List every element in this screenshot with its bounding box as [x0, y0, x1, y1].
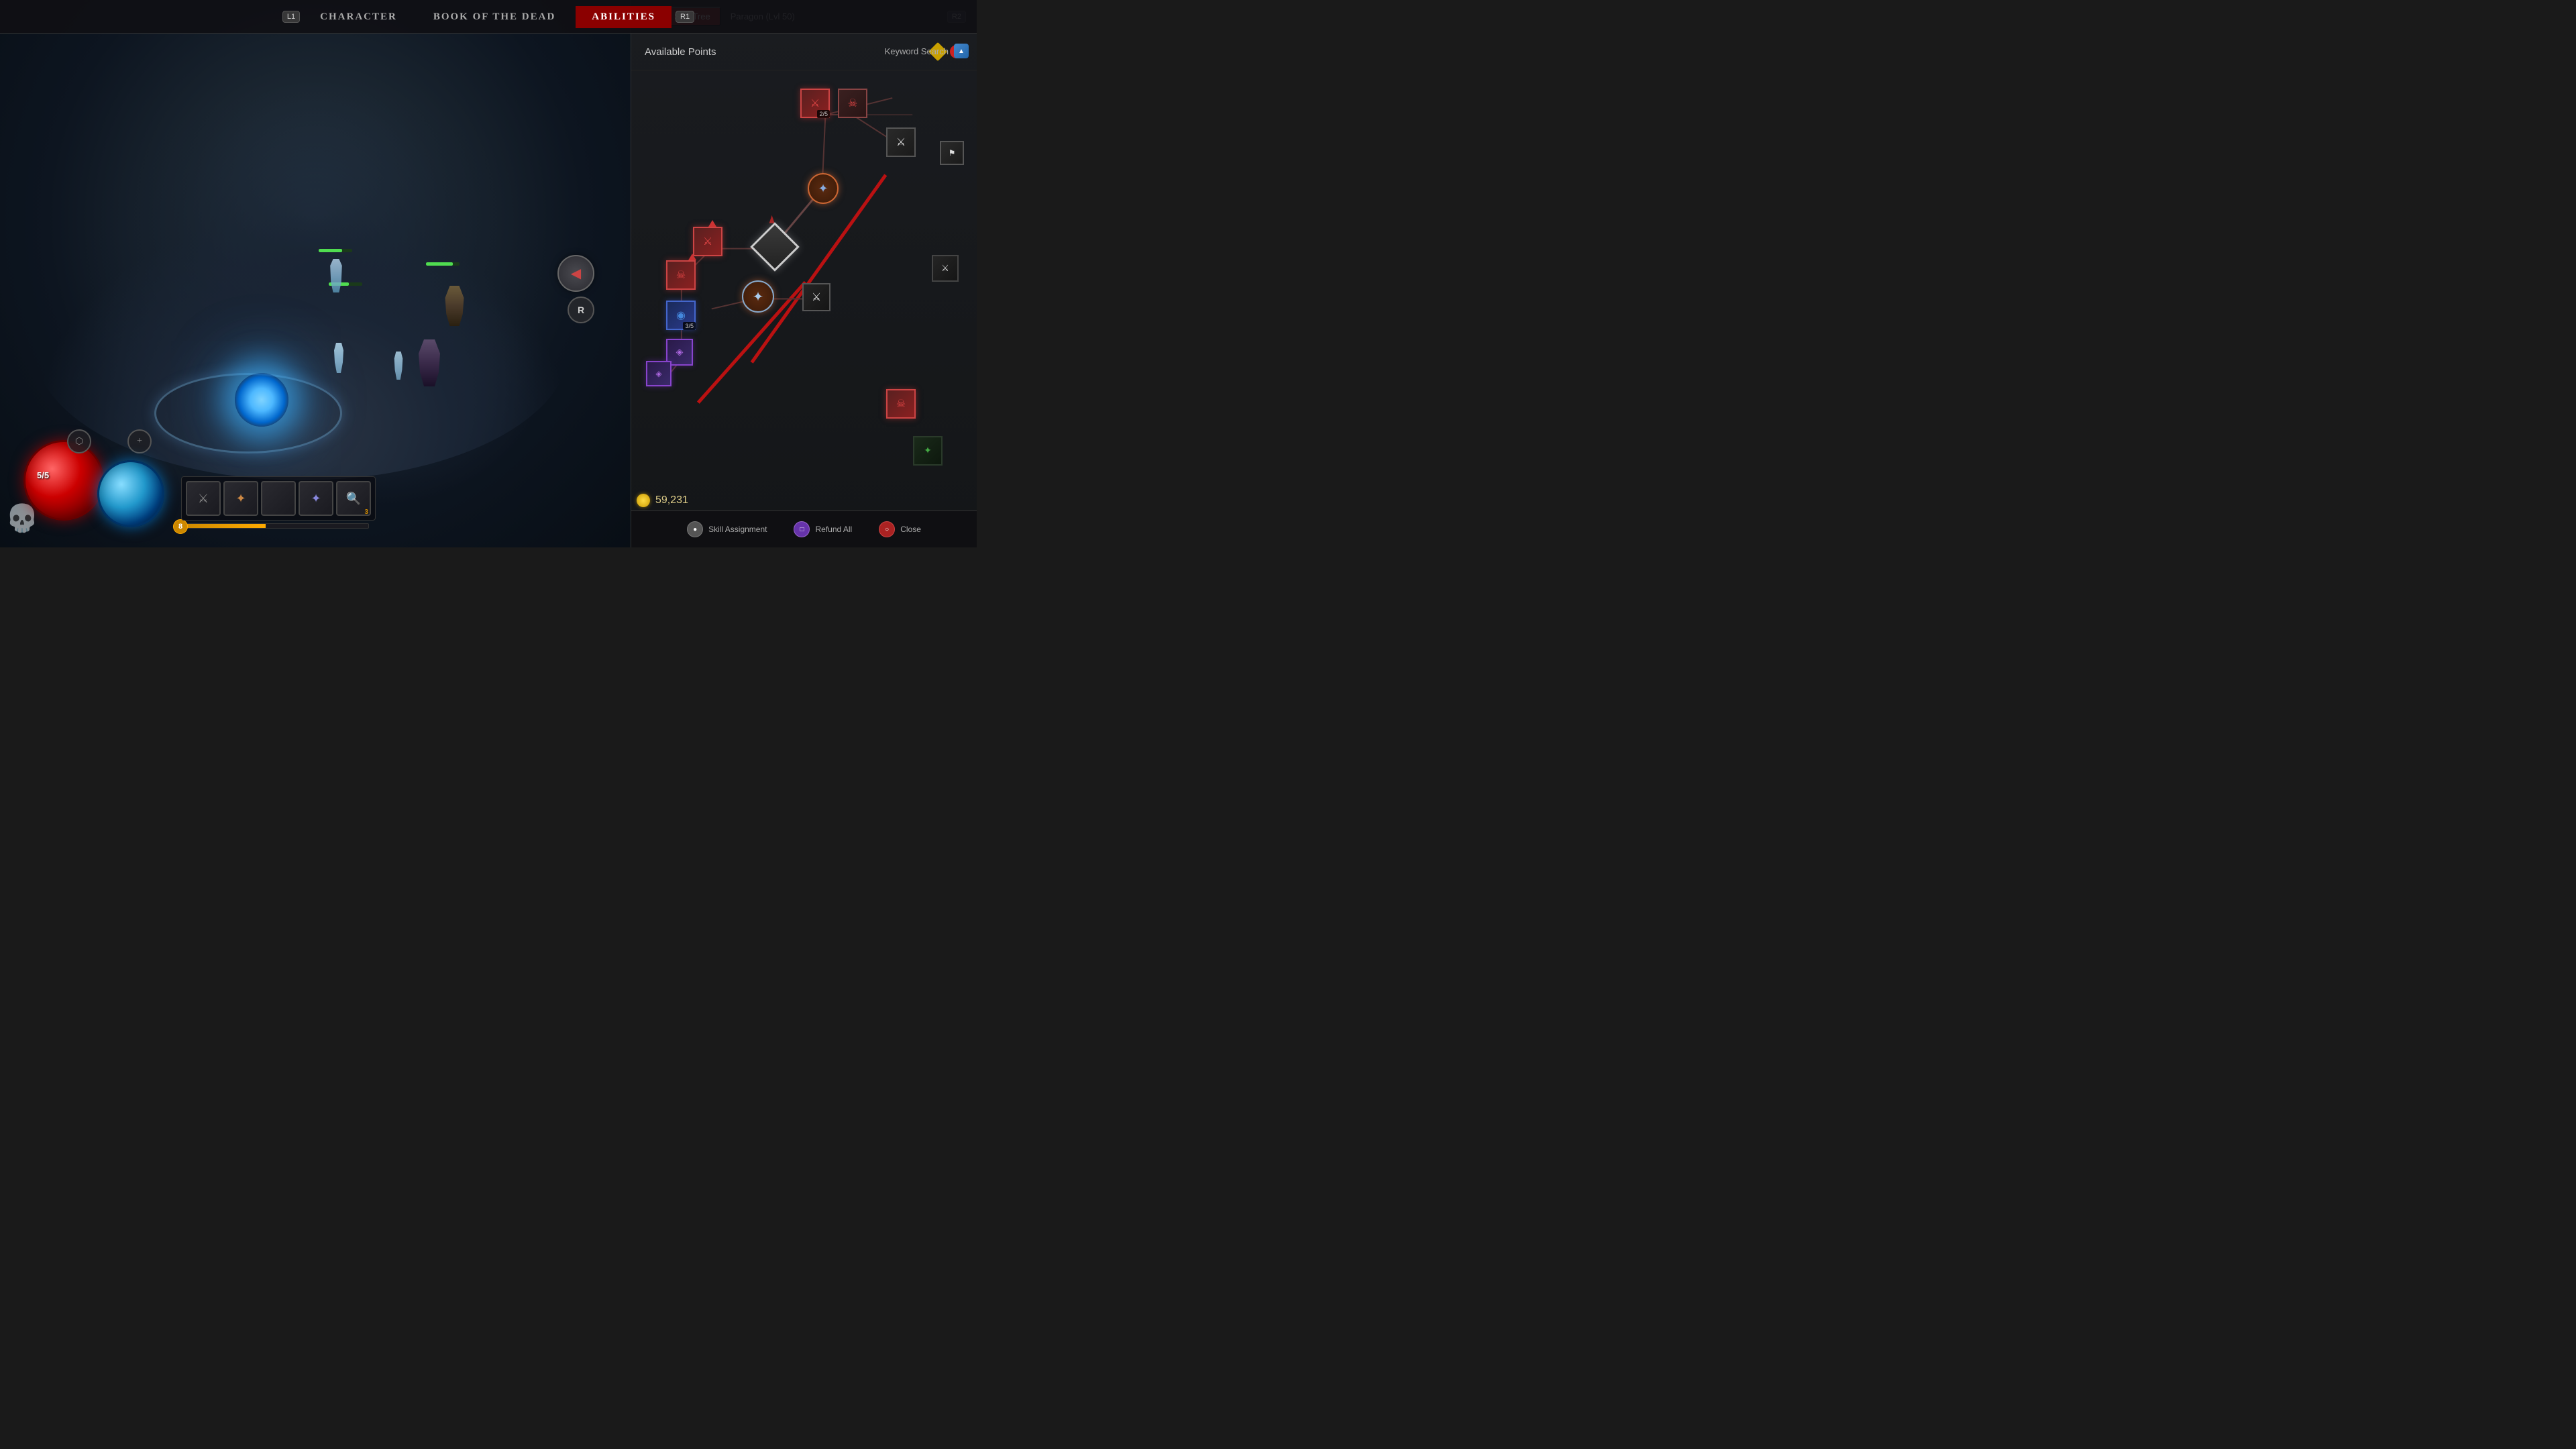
skill-bar: ⚔ ✦ ✦ 🔍 3 [181, 476, 376, 521]
node-center-icon: ✦ [818, 182, 828, 196]
node-1-count: 2/5 [817, 110, 830, 118]
available-points-label: Available Points [645, 46, 716, 58]
nav-group-left: L1 CHARACTER BOOK OF THE DEAD ABILITIES … [282, 6, 694, 28]
gold-display: 59,231 [637, 494, 688, 507]
node-far-mid[interactable]: ⚔ [932, 255, 959, 282]
skill-1-icon: ⚔ [198, 492, 209, 506]
character-5 [392, 352, 405, 380]
node-left-4-icon: ◈ [676, 347, 684, 358]
tab-abilities[interactable]: ABILITIES [576, 6, 672, 28]
close-action[interactable]: ○ Close [879, 521, 921, 537]
refund-all-badge: □ [794, 521, 810, 537]
essence-orb [97, 460, 164, 527]
skill-slot-5[interactable]: 🔍 3 [336, 481, 371, 516]
node-left-2[interactable]: ☠ [666, 260, 696, 290]
enemy-health-bar-3 [426, 262, 460, 266]
node-right-1-icon: ⚔ [812, 290, 821, 304]
node-far-mid-icon: ⚔ [941, 263, 949, 274]
r1-badge: R1 [676, 11, 694, 23]
node-left-3[interactable]: ◉ 3/5 [666, 301, 696, 330]
gold-amount: 59,231 [655, 494, 688, 506]
close-badge: ○ [879, 521, 895, 537]
skill-5-level: 3 [364, 508, 368, 516]
node-skill-3[interactable]: ⚔ [886, 127, 916, 157]
potion-icon[interactable]: ⬡ [67, 429, 91, 453]
skill-slot-1[interactable]: ⚔ [186, 481, 221, 516]
search-triangle-icon[interactable]: ▲ [954, 44, 969, 58]
node-bottom-2[interactable]: ✦ [913, 436, 943, 466]
health-orb [23, 440, 104, 521]
node-skill-1[interactable]: ⚔ 2/5 [800, 89, 830, 118]
character-4 [416, 339, 443, 386]
node-left-5-icon: ◈ [655, 369, 661, 379]
close-label: Close [900, 525, 921, 534]
node-bottom-2-icon: ✦ [924, 445, 932, 457]
skill-slot-3[interactable] [261, 481, 296, 516]
health-value: 5/5 [37, 470, 49, 480]
skill-slot-4[interactable]: ✦ [299, 481, 333, 516]
node-left-2-icon: ☠ [676, 268, 686, 282]
enemy-health-bar-1 [319, 249, 352, 252]
node-skill-far-right[interactable]: ⚑ [940, 141, 964, 165]
node-skill-center[interactable]: ✦ [808, 173, 839, 204]
character-1 [329, 259, 343, 292]
plus-icon[interactable]: + [127, 429, 152, 453]
refund-all-label: Refund All [815, 525, 852, 534]
node-far-right-icon: ⚑ [949, 148, 956, 158]
tab-character[interactable]: CHARACTER [304, 6, 413, 28]
arrow-indicator-1 [708, 220, 716, 227]
node-left-3-count: 3/5 [683, 322, 696, 330]
gold-icon [637, 494, 650, 507]
footer-bar: ● Skill Assignment □ Refund All ○ Close [631, 511, 977, 547]
node-bottom-1-icon: ☠ [896, 397, 906, 411]
character-3 [332, 343, 345, 373]
arrow-indicator-2 [688, 254, 696, 260]
compass-arrow-icon: ◀ [571, 265, 581, 282]
node-bottom-1[interactable]: ☠ [886, 389, 916, 419]
plus-symbol: + [137, 436, 142, 447]
skill-assignment-badge: ● [687, 521, 703, 537]
compass-button[interactable]: ◀ [557, 255, 594, 292]
node-left-1[interactable]: ⚔ [693, 227, 722, 256]
node-skill-2[interactable]: ☠ [838, 89, 867, 118]
potion-symbol: ⬡ [75, 436, 83, 447]
skill-tree-area: ⚔ 2/5 ☠ ⚔ ⚑ ✦ [631, 74, 977, 511]
node-3-icon: ⚔ [896, 136, 906, 149]
r-label: R [578, 305, 584, 315]
level-badge: 8 [173, 519, 188, 534]
tab-book-of-dead[interactable]: BOOK OF THE DEAD [417, 6, 572, 28]
node-center-circle[interactable]: ✦ [742, 280, 774, 313]
xp-bar [181, 523, 369, 529]
right-panel: L2 Skill Tree Paragon (Lvl 50) R2 Availa… [631, 0, 977, 547]
node-left-1-icon: ⚔ [703, 235, 712, 248]
skill-5-icon: 🔍 [346, 492, 361, 506]
keyword-search[interactable]: Keyword Search ▲ [885, 44, 969, 58]
node-center-circle-icon: ✦ [753, 288, 764, 305]
skill-slot-2[interactable]: ✦ [223, 481, 258, 516]
skill-2-icon: ✦ [235, 492, 246, 506]
skill-assignment-label: Skill Assignment [708, 525, 767, 534]
refund-all-action[interactable]: □ Refund All [794, 521, 852, 537]
node-left-5[interactable]: ◈ [646, 361, 672, 386]
r-button[interactable]: R [568, 297, 594, 323]
skill-assignment-action[interactable]: ● Skill Assignment [687, 521, 767, 537]
keyword-search-label: Keyword Search [885, 46, 949, 56]
node-1-icon: ⚔ [810, 97, 820, 110]
node-diamond[interactable] [757, 229, 792, 264]
top-navigation: L1 CHARACTER BOOK OF THE DEAD ABILITIES … [0, 0, 977, 34]
skill-4-icon: ✦ [311, 492, 321, 506]
node-2-icon: ☠ [848, 97, 857, 110]
xp-fill [182, 524, 266, 528]
hud: 5/5 ⬡ + 8 ⚔ ✦ ✦ 🔍 3 [0, 413, 402, 547]
character-2 [443, 286, 466, 326]
node-left-3-icon: ◉ [676, 309, 686, 322]
l1-badge: L1 [282, 11, 300, 23]
node-right-1[interactable]: ⚔ [802, 283, 830, 311]
